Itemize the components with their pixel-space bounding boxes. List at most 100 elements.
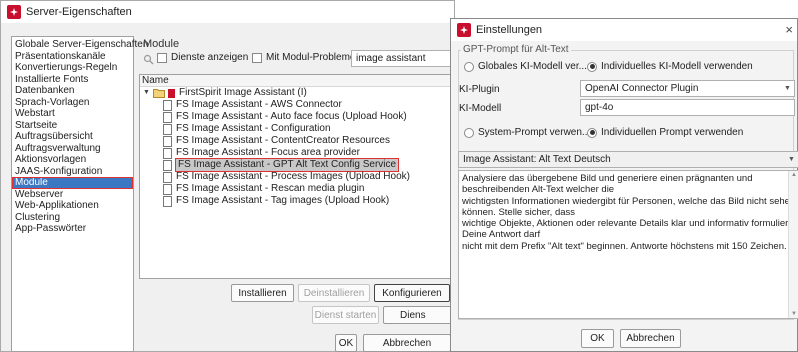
sidebar-item[interactable]: Aktionsvorlagen xyxy=(12,154,133,166)
module-tree-item[interactable]: FS Image Assistant - Configuration xyxy=(141,123,454,135)
show-services-checkbox-box[interactable] xyxy=(157,52,167,63)
sidebar-item[interactable]: Auftragsübersicht xyxy=(12,131,133,143)
module-tree-item-label: FS Image Assistant - GPT Alt Text Config… xyxy=(174,158,400,172)
sidebar-item[interactable]: Webserver xyxy=(12,189,133,201)
plugin-label: KI-Plugin xyxy=(459,84,500,95)
dialog-ok-button[interactable]: OK xyxy=(581,329,614,348)
document-icon xyxy=(163,183,172,195)
scroll-down-icon[interactable]: ▼ xyxy=(791,311,797,317)
name-column-header[interactable]: Name xyxy=(140,75,455,87)
prompt-scrollbar[interactable]: ▲ ▼ xyxy=(788,171,798,318)
document-icon xyxy=(163,159,172,171)
cancel-button[interactable]: Abbrechen xyxy=(363,334,451,352)
model-label: KI-Modell xyxy=(459,103,502,114)
module-tree-item[interactable]: FS Image Assistant - AWS Connector xyxy=(141,99,454,111)
sidebar-item[interactable]: App-Passwörter xyxy=(12,223,133,235)
individual-prompt-radio[interactable]: Individuellen Prompt verwenden xyxy=(587,127,743,138)
individual-model-radio[interactable]: Individuelles KI-Modell verwenden xyxy=(587,61,753,72)
sidebar-item[interactable]: Globale Server-Eigenschaften xyxy=(12,39,148,51)
model-input[interactable]: gpt-4o xyxy=(580,99,795,116)
prompt-line: wichtigsten Informationen wiedergibt für… xyxy=(462,195,796,207)
module-tree-item[interactable]: FS Image Assistant - ContentCreator Reso… xyxy=(141,135,454,147)
module-tree-item-label: FS Image Assistant - Rescan media plugin xyxy=(176,183,365,194)
uninstall-button[interactable]: Deinstallieren xyxy=(298,284,370,302)
sidebar-item[interactable]: Webstart xyxy=(12,108,133,120)
sidebar-item[interactable]: Startseite xyxy=(12,120,133,132)
module-icon xyxy=(168,88,175,98)
module-tree-item-label: FS Image Assistant - AWS Connector xyxy=(176,99,342,110)
prompt-textarea[interactable]: Analysiere das übergebene Bild und gener… xyxy=(458,170,798,319)
sidebar-item[interactable]: Datenbanken xyxy=(12,85,133,97)
sidebar-item[interactable]: Präsentationskanäle xyxy=(12,51,133,63)
module-tree-item[interactable]: FS Image Assistant - Focus area provider xyxy=(141,147,454,159)
individual-model-radio-label: Individuelles KI-Modell verwenden xyxy=(601,61,753,72)
firstspirit-app-icon xyxy=(457,23,471,37)
prompt-line: beschreibenden Alt-Text welcher die xyxy=(462,184,615,196)
scroll-up-icon[interactable]: ▲ xyxy=(791,172,797,178)
plugin-select-value: OpenAI Connector Plugin xyxy=(585,83,699,94)
module-tree-item-label: FS Image Assistant - Tag images (Upload … xyxy=(176,195,390,206)
modules-group-title: Module xyxy=(143,38,180,50)
dialog-cancel-button[interactable]: Abbrechen xyxy=(620,329,681,348)
start-service-button[interactable]: Dienst starten xyxy=(312,306,379,324)
chevron-down-icon[interactable]: ▼ xyxy=(781,81,794,96)
category-list: Globale Server-Eigenschaften Präsentation… xyxy=(11,36,148,352)
document-icon xyxy=(163,99,172,111)
individual-model-radio-button[interactable] xyxy=(587,61,597,72)
module-tree-item[interactable]: FS Image Assistant - Process Images (Upl… xyxy=(141,171,454,183)
configure-button[interactable]: Konfigurieren xyxy=(374,284,450,302)
system-prompt-radio-label: System-Prompt verwen... xyxy=(478,127,591,138)
sidebar-item[interactable]: Konvertierungs-Regeln xyxy=(12,62,133,74)
module-problems-checkbox[interactable]: Mit Modul-Problemen xyxy=(252,52,361,63)
module-tree-item[interactable]: FS Image Assistant - Auto face focus (Up… xyxy=(141,111,454,123)
module-tree-item-label: FS Image Assistant - Auto face focus (Up… xyxy=(176,111,407,122)
system-prompt-radio[interactable]: System-Prompt verwen... xyxy=(464,127,590,138)
stop-service-button[interactable]: Diens xyxy=(383,306,456,324)
folder-icon xyxy=(153,88,165,98)
search-icon xyxy=(143,54,154,68)
global-model-radio-button[interactable] xyxy=(464,61,474,72)
module-filter-input[interactable]: image assistant xyxy=(351,50,456,67)
sidebar-item[interactable]: Web-Applikationen xyxy=(12,200,133,212)
document-icon xyxy=(163,171,172,183)
module-tree-item-label: FS Image Assistant - Process Images (Upl… xyxy=(176,171,410,182)
close-icon[interactable]: × xyxy=(785,22,793,37)
document-icon xyxy=(163,135,172,147)
settings-dialog: Einstellungen × GPT-Prompt für Alt-Text … xyxy=(450,18,798,352)
ok-button[interactable]: OK xyxy=(335,334,357,352)
prompt-line: Analysiere das übergebene Bild und gener… xyxy=(462,173,753,184)
module-tree-root[interactable]: ▼ FirstSpirit Image Assistant (I) xyxy=(141,87,454,99)
sidebar-item[interactable]: Installierte Fonts xyxy=(12,74,133,86)
sidebar-item[interactable]: JAAS-Konfiguration xyxy=(12,166,133,178)
global-model-radio-label: Globales KI-Modell ver... xyxy=(478,61,587,72)
module-tree: Name ▼ FirstSpirit Image Assistant (I) F… xyxy=(139,74,456,279)
sidebar-item[interactable]: Sprach-Vorlagen xyxy=(12,97,133,109)
module-tree-item[interactable]: FS Image Assistant - GPT Alt Text Config… xyxy=(141,158,454,172)
firstspirit-app-icon xyxy=(7,5,21,19)
expand-arrow-icon[interactable]: ▼ xyxy=(143,87,153,99)
prompt-template-select[interactable]: Image Assistant: Alt Text Deutsch ▼ xyxy=(458,151,798,168)
module-problems-checkbox-box[interactable] xyxy=(252,52,262,63)
individual-prompt-radio-button[interactable] xyxy=(587,127,597,138)
sidebar-item[interactable]: Auftragsverwaltung xyxy=(12,143,133,155)
install-button[interactable]: Installieren xyxy=(231,284,294,302)
document-icon xyxy=(163,147,172,159)
system-prompt-radio-button[interactable] xyxy=(464,127,474,138)
global-model-radio[interactable]: Globales KI-Modell ver... xyxy=(464,61,587,72)
module-root-label: FirstSpirit Image Assistant (I) xyxy=(179,87,307,98)
module-tree-item-label: FS Image Assistant - ContentCreator Reso… xyxy=(176,135,390,146)
module-tree-item[interactable]: FS Image Assistant - Rescan media plugin xyxy=(141,183,454,195)
chevron-down-icon[interactable]: ▼ xyxy=(785,152,798,167)
window-title: Server-Eigenschaften xyxy=(26,6,132,18)
module-tree-item[interactable]: FS Image Assistant - Tag images (Upload … xyxy=(141,195,454,207)
module-tree-item-label: FS Image Assistant - Configuration xyxy=(176,123,331,134)
prompt-text: Analysiere das übergebene Bild und gener… xyxy=(462,173,798,252)
document-icon xyxy=(163,111,172,123)
show-services-checkbox[interactable]: Dienste anzeigen xyxy=(157,52,248,63)
plugin-select[interactable]: OpenAI Connector Plugin ▼ xyxy=(580,80,795,97)
server-properties-window: Server-Eigenschaften Globale Server-Eige… xyxy=(0,0,456,352)
sidebar-item[interactable]: Module xyxy=(12,177,133,189)
dialog-title: Einstellungen xyxy=(476,24,543,36)
sidebar-item[interactable]: Clustering xyxy=(12,212,133,224)
prompt-line: wichtige Objekte, Aktionen oder relevant… xyxy=(462,218,798,230)
